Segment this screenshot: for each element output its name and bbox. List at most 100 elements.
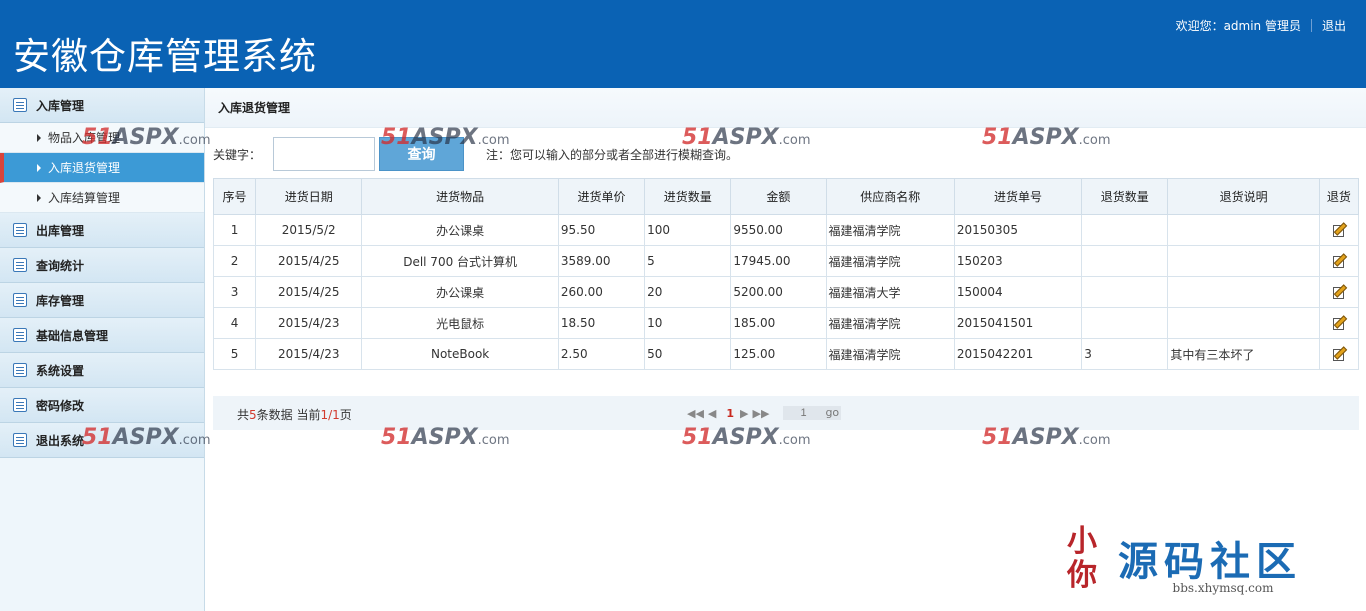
cell-supplier: 福建福清学院 [825, 214, 955, 246]
column-header: 金额 [730, 178, 827, 215]
table-row: 5 2015/4/23 NoteBook 2.50 50 125.00 福建福清… [212, 338, 1360, 370]
edit-icon[interactable] [1332, 253, 1346, 268]
sidebar-item-inbound-return[interactable]: 入库退货管理 [0, 153, 204, 183]
cell-quantity: 5 [644, 245, 732, 277]
nav-group-password[interactable]: 密码修改 [0, 388, 204, 423]
sidebar-item-item-inbound[interactable]: 物品入库管理 [0, 123, 204, 153]
cell-order-no: 150004 [953, 276, 1083, 308]
cell-item: NoteBook [361, 338, 559, 370]
edit-icon[interactable] [1332, 284, 1346, 299]
nav-group-label: 系统设置 [36, 363, 85, 378]
nav-group-inbound[interactable]: 入库管理 [0, 88, 204, 123]
return-table: 序号 进货日期 进货物品 进货单价 进货数量 金额 供应商名称 进货单号 退货数… [212, 178, 1360, 370]
list-icon [13, 433, 27, 447]
cell-order-no: 150203 [953, 245, 1083, 277]
seal-logo: 小你 [1067, 524, 1097, 593]
cell-return-qty [1081, 245, 1169, 277]
column-header: 供应商名称 [825, 178, 955, 215]
cell-quantity: 50 [644, 338, 732, 370]
cell-date: 2015/5/2 [255, 214, 363, 246]
go-button[interactable]: go [823, 406, 842, 420]
badge-name: 源码社区 [1118, 539, 1302, 585]
cell-unit-price: 18.50 [557, 307, 646, 339]
logout-link[interactable]: 退出 [1322, 17, 1346, 34]
nav-group-basic-info[interactable]: 基础信息管理 [0, 318, 204, 353]
column-header: 退货数量 [1081, 178, 1169, 215]
welcome-text: 欢迎您：admin 管理员 [1175, 19, 1301, 33]
nav-group-label: 退出系统 [36, 433, 85, 448]
nav-group-label: 入库管理 [36, 98, 85, 113]
search-hint: 注：您可以输入的部分或者全部进行模糊查询。 [486, 147, 739, 162]
pager-mid: 条数据 当前 [256, 408, 321, 422]
cell-date: 2015/4/23 [255, 307, 363, 339]
cell-supplier: 福建福清学院 [825, 307, 955, 339]
sidebar-item-label: 入库退货管理 [48, 161, 121, 175]
pagination-info: 共5条数据 当前1/1页 [237, 406, 352, 423]
pagination-bar: 共5条数据 当前1/1页 ◀◀ ◀ 1 ▶ ▶▶ go [213, 396, 1359, 430]
cell-date: 2015/4/25 [255, 276, 363, 308]
column-header: 退货 [1318, 178, 1360, 215]
next-page-icon[interactable]: ▶ [740, 407, 748, 420]
caret-right-icon [37, 133, 41, 142]
search-input[interactable] [273, 137, 376, 171]
app-title: 安徽仓库管理系统 [13, 35, 317, 78]
sidebar-item-label: 物品入库管理 [48, 131, 121, 145]
cell-item: 办公课桌 [361, 214, 559, 246]
table-row: 2 2015/4/25 Dell 700 台式计算机 3589.00 5 179… [212, 245, 1360, 277]
cell-return-qty: 3 [1081, 338, 1169, 370]
list-icon [13, 98, 27, 112]
search-button[interactable]: 查询 [379, 137, 465, 171]
edit-icon[interactable] [1332, 222, 1346, 237]
list-icon [13, 398, 27, 412]
nav-group-inventory[interactable]: 库存管理 [0, 283, 204, 318]
nav-group-outbound[interactable]: 出库管理 [0, 213, 204, 248]
nav-group-query-stats[interactable]: 查询统计 [0, 248, 204, 283]
sidebar-item-inbound-settlement[interactable]: 入库结算管理 [0, 183, 204, 213]
search-label: 关键字： [213, 147, 262, 162]
page-jump-input[interactable] [783, 406, 824, 420]
user-area: 欢迎您：admin 管理员 退出 [1176, 17, 1346, 34]
cell-amount: 5200.00 [730, 276, 827, 308]
nav-group-system-settings[interactable]: 系统设置 [0, 353, 204, 388]
last-page-icon[interactable]: ▶▶ [753, 407, 770, 420]
table-row: 1 2015/5/2 办公课桌 95.50 100 9550.00 福建福清学院… [212, 214, 1360, 246]
column-header: 退货说明 [1167, 178, 1320, 215]
cell-action [1318, 276, 1360, 308]
cell-action [1318, 307, 1360, 339]
column-header: 进货数量 [644, 178, 732, 215]
prev-page-icon[interactable]: ◀ [708, 407, 716, 420]
cell-return-qty [1081, 276, 1169, 308]
cell-index: 1 [212, 214, 257, 246]
caret-right-icon [37, 163, 41, 172]
cell-supplier: 福建福清大学 [825, 276, 955, 308]
cell-unit-price: 260.00 [557, 276, 646, 308]
cell-return-note [1167, 214, 1320, 246]
cell-quantity: 100 [644, 214, 732, 246]
nav-group-exit[interactable]: 退出系统 [0, 423, 204, 458]
search-bar: 关键字： 查询 注：您可以输入的部分或者全部进行模糊查询。 [213, 136, 738, 172]
sidebar-item-label: 入库结算管理 [48, 191, 121, 205]
nav-group-label: 库存管理 [36, 293, 85, 308]
edit-icon[interactable] [1332, 315, 1346, 330]
cell-return-qty [1081, 214, 1169, 246]
breadcrumb: 入库退货管理 [205, 88, 1366, 128]
table-header-row: 序号 进货日期 进货物品 进货单价 进货数量 金额 供应商名称 进货单号 退货数… [212, 178, 1360, 215]
nav-group-label: 查询统计 [36, 258, 85, 273]
pager-total: 5 [249, 408, 257, 422]
app-header: 安徽仓库管理系统 欢迎您：admin 管理员 退出 [0, 0, 1366, 88]
table-row: 4 2015/4/23 光电鼠标 18.50 10 185.00 福建福清学院 … [212, 307, 1360, 339]
edit-icon[interactable] [1332, 346, 1346, 361]
cell-action [1318, 245, 1360, 277]
column-header: 序号 [212, 178, 257, 215]
cell-index: 2 [212, 245, 257, 277]
cell-order-no: 2015042201 [953, 338, 1083, 370]
cell-amount: 9550.00 [730, 214, 827, 246]
cell-return-note [1167, 276, 1320, 308]
cell-index: 5 [212, 338, 257, 370]
current-page[interactable]: 1 [726, 407, 734, 420]
cell-supplier: 福建福清学院 [825, 338, 955, 370]
cell-amount: 185.00 [730, 307, 827, 339]
cell-supplier: 福建福清学院 [825, 245, 955, 277]
first-page-icon[interactable]: ◀◀ [687, 407, 704, 420]
cell-item: 光电鼠标 [361, 307, 559, 339]
